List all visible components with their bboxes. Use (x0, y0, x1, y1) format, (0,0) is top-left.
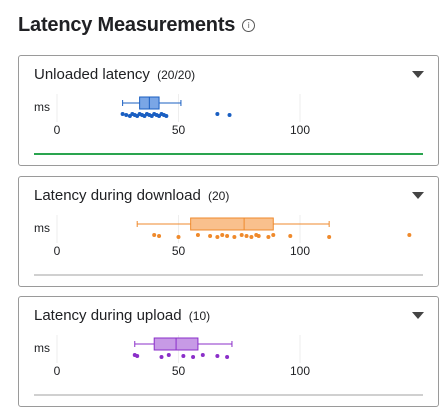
data-point (249, 235, 254, 239)
data-point (225, 355, 230, 359)
boxplot-unloaded: ms 0 50 100 (34, 94, 310, 137)
data-point (271, 233, 276, 237)
x-tick-label: 100 (290, 364, 310, 378)
data-point (195, 233, 200, 237)
x-tick-label: 50 (172, 123, 186, 137)
x-tick-label: 0 (54, 364, 61, 378)
data-point (407, 233, 412, 237)
card-underline (34, 394, 423, 396)
data-point (225, 234, 230, 238)
data-point (227, 113, 232, 117)
box-iqr (190, 217, 274, 231)
data-point (191, 355, 196, 359)
data-point (266, 235, 271, 239)
data-point (152, 233, 157, 237)
axis-unit-label: ms (34, 221, 50, 235)
data-point (124, 113, 129, 117)
page-title: Latency Measurements (18, 14, 236, 36)
data-point (239, 233, 244, 237)
page-header: Latency Measurements i (18, 14, 256, 37)
info-icon[interactable]: i (242, 19, 256, 32)
data-point (166, 353, 171, 357)
data-point (157, 234, 162, 238)
data-point (164, 114, 169, 118)
card-underline (34, 274, 423, 276)
boxplot-upload: ms 0 50 100 (34, 335, 310, 378)
x-tick-label: 50 (172, 364, 186, 378)
boxplot-download: ms 0 50 100 (34, 215, 412, 258)
data-point (232, 235, 237, 239)
data-point (288, 234, 293, 238)
data-point (159, 355, 164, 359)
card-unloaded-latency[interactable]: Unloaded latency (20/20) ms 0 50 100 (18, 55, 439, 166)
x-tick-label: 100 (290, 123, 310, 137)
card-underline (34, 153, 423, 155)
card-download-latency[interactable]: Latency during download (20) ms 0 50 100 (18, 176, 439, 287)
axis-unit-label: ms (34, 100, 50, 114)
data-point (244, 234, 249, 238)
card-upload-latency[interactable]: Latency during upload (10) ms 0 50 100 (18, 296, 439, 407)
x-tick-label: 50 (172, 244, 186, 258)
data-point (220, 233, 225, 237)
data-point (215, 354, 220, 358)
data-point (181, 354, 186, 358)
axis-unit-label: ms (34, 341, 50, 355)
x-tick-label: 0 (54, 244, 61, 258)
data-point (256, 234, 261, 238)
data-point (176, 235, 181, 239)
data-point (208, 234, 213, 238)
data-point (215, 112, 220, 116)
data-point (120, 112, 125, 116)
data-point (200, 353, 205, 357)
data-point (135, 354, 140, 358)
x-tick-label: 0 (54, 123, 61, 137)
data-point (327, 235, 332, 239)
data-point (215, 235, 220, 239)
x-tick-label: 100 (290, 244, 310, 258)
